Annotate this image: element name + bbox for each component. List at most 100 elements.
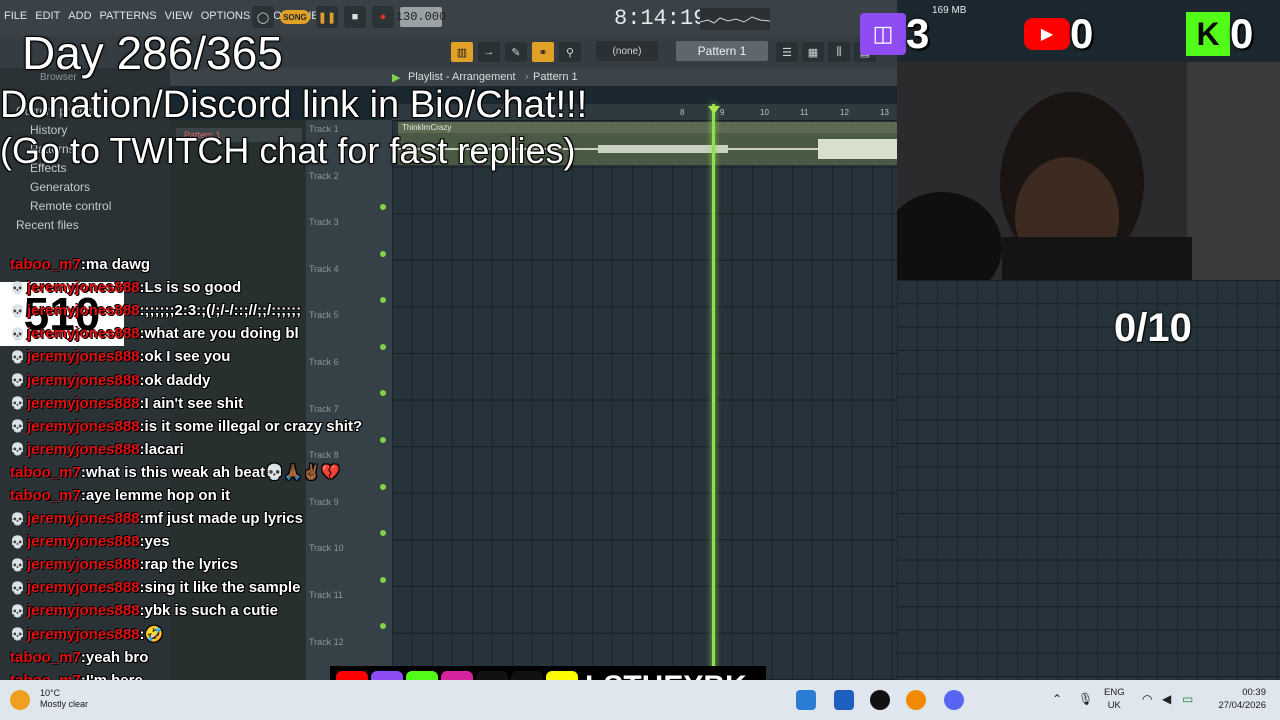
chat-text: ybk is such a cutie bbox=[144, 602, 278, 620]
browser-item[interactable]: Generators bbox=[0, 177, 170, 196]
playlist-icon[interactable]: ☰ bbox=[776, 42, 798, 62]
chat-text: ok I see you bbox=[144, 348, 231, 366]
wifi-icon[interactable]: ◠ bbox=[1142, 692, 1152, 706]
chat-username: jeremyjones888 bbox=[26, 371, 140, 389]
menu-item-patterns[interactable]: PATTERNS bbox=[100, 10, 157, 22]
chat-text: ma dawg bbox=[85, 256, 151, 274]
twitch-count: 3 bbox=[906, 10, 930, 57]
day-counter-overlay: Day 286/365 bbox=[22, 27, 283, 79]
stop-button[interactable]: ■ bbox=[344, 6, 366, 28]
menu-item-file[interactable]: FILE bbox=[4, 10, 27, 22]
chat-username: jeremyjones888 bbox=[26, 556, 140, 574]
microphone-icon[interactable]: 🎙 bbox=[1078, 692, 1093, 706]
pencil-icon[interactable]: ✎ bbox=[505, 42, 527, 62]
chat-username: taboo_m7 bbox=[10, 463, 81, 481]
memory-readout: 169 MB bbox=[932, 5, 967, 16]
chat-text: mf just made up lyrics bbox=[144, 510, 303, 528]
twitch-chat-overlay: (Go to TWITCH chat for fast replies) bbox=[0, 130, 576, 171]
skull-badge-icon: 💀 bbox=[10, 373, 25, 388]
playhead-marker-icon[interactable] bbox=[708, 106, 720, 114]
link-icon[interactable]: ⚭ bbox=[532, 42, 554, 62]
weather-icon[interactable] bbox=[10, 690, 30, 710]
capcut-icon[interactable] bbox=[870, 690, 890, 710]
skull-badge-icon: 💀 bbox=[10, 603, 25, 618]
chat-username: jeremyjones888 bbox=[26, 533, 140, 551]
pattern-selector[interactable]: Pattern 1 bbox=[676, 41, 768, 61]
chat-message: 💀 jeremyjones888: sing it like the sample bbox=[10, 576, 430, 599]
chat-message: 💀 jeremyjones888: ybk is such a cutie bbox=[10, 599, 430, 622]
kick-icon: K bbox=[1186, 12, 1230, 56]
skull-badge-icon: 💀 bbox=[10, 349, 25, 364]
chat-username: taboo_m7 bbox=[10, 648, 81, 666]
master-knob-icon[interactable]: ◯ bbox=[252, 6, 274, 28]
chat-username: jeremyjones888 bbox=[26, 602, 140, 620]
chat-message: 💀 jeremyjones888: ok I see you bbox=[10, 345, 430, 368]
youtube-count: 0 bbox=[1070, 10, 1094, 57]
menu-item-edit[interactable]: EDIT bbox=[35, 10, 60, 22]
menu-item-add[interactable]: ADD bbox=[68, 10, 91, 22]
language-indicator[interactable]: ENG UK bbox=[1104, 686, 1125, 712]
kick-count: 0 bbox=[1230, 10, 1254, 57]
chat-username: jeremyjones888 bbox=[26, 440, 140, 458]
chevron-up-icon[interactable]: ⌃ bbox=[1052, 692, 1062, 706]
discord-icon[interactable] bbox=[944, 690, 964, 710]
fl-studio-icon[interactable] bbox=[906, 690, 926, 710]
chat-text: ;;;;;;2:3:;(/;/-/::;//;;/:;;;;; bbox=[144, 302, 302, 320]
browser-item[interactable]: Remote control bbox=[0, 196, 170, 215]
taskbar-clock[interactable]: 00:39 27/04/2026 bbox=[1218, 686, 1266, 712]
menu-item-view[interactable]: VIEW bbox=[165, 10, 193, 22]
browser-item[interactable]: Recent files bbox=[0, 215, 170, 234]
mail-icon[interactable] bbox=[796, 690, 816, 710]
chat-text: ok daddy bbox=[144, 371, 211, 389]
lang-code: ENG bbox=[1104, 687, 1125, 698]
tempo-display[interactable]: 130.000 bbox=[396, 7, 446, 27]
chat-username: jeremyjones888 bbox=[26, 279, 140, 297]
skull-badge-icon: 💀 bbox=[10, 419, 25, 434]
snap-selector[interactable]: (none) bbox=[596, 41, 658, 61]
chat-message: 💀 jeremyjones888: ok daddy bbox=[10, 368, 430, 391]
skull-badge-icon: 💀 bbox=[10, 580, 25, 595]
track-label[interactable]: Track 3 bbox=[309, 217, 339, 227]
chat-username: jeremyjones888 bbox=[26, 510, 140, 528]
menu-item-options[interactable]: OPTIONS bbox=[201, 10, 251, 22]
playlist-play-icon[interactable]: ▶ bbox=[392, 71, 400, 84]
weather-temp: 10°C bbox=[40, 688, 61, 698]
channel-rack-icon[interactable]: ▦ bbox=[802, 42, 824, 62]
chat-message: taboo_m7: ma dawg bbox=[10, 253, 430, 276]
chat-text: 🤣 bbox=[144, 626, 164, 644]
ruler-label: 11 bbox=[800, 108, 809, 117]
song-mode-toggle[interactable]: SONG bbox=[280, 10, 310, 24]
battery-icon[interactable]: ▭ bbox=[1182, 692, 1193, 706]
weather-widget[interactable]: 10°C Mostly clear bbox=[40, 688, 88, 710]
chat-text: what is this weak ah beat💀🙏🏾✌🏾💔 bbox=[85, 464, 340, 482]
beat-score: 0/10 bbox=[1114, 306, 1192, 350]
breadcrumb-separator: › bbox=[525, 71, 529, 83]
record-button[interactable]: ● bbox=[372, 6, 394, 28]
playhead[interactable] bbox=[712, 104, 715, 680]
kick-counter: K 0 bbox=[1186, 8, 1253, 60]
lang-region: UK bbox=[1107, 700, 1121, 711]
piano-icon[interactable]: ▥ bbox=[451, 42, 473, 62]
chat-text: aye lemme hop on it bbox=[85, 486, 231, 504]
chat-message: 💀 jeremyjones888: ;;;;;;2:3:;(/;/-/::;//;… bbox=[10, 299, 430, 322]
skull-badge-icon: 💀 bbox=[10, 326, 25, 341]
chat-username: jeremyjones888 bbox=[26, 394, 140, 412]
mixer-icon[interactable]: ⫼ bbox=[828, 42, 850, 62]
skull-badge-icon: 💀 bbox=[10, 396, 25, 411]
play-button[interactable]: ❚❚ bbox=[316, 6, 338, 28]
track-enable-led[interactable] bbox=[380, 204, 386, 210]
ruler-label: 9 bbox=[720, 108, 725, 117]
cpu-monitor bbox=[699, 8, 771, 30]
ruler-label: 12 bbox=[840, 108, 849, 117]
arrow-right-icon[interactable]: → bbox=[478, 42, 500, 62]
chat-text: what are you doing bl bbox=[144, 325, 299, 343]
stamp-icon[interactable]: ⚲ bbox=[559, 42, 581, 62]
chat-username: jeremyjones888 bbox=[26, 348, 140, 366]
playlist-grid[interactable] bbox=[392, 120, 897, 680]
twitch-counter: ◫ 3 bbox=[860, 8, 929, 60]
playlist-grid-extension bbox=[897, 280, 1280, 680]
task-view-icon[interactable] bbox=[834, 690, 854, 710]
volume-icon[interactable]: ◀ bbox=[1162, 692, 1171, 706]
track-label[interactable]: Track 2 bbox=[309, 171, 339, 181]
skull-badge-icon: 💀 bbox=[10, 442, 25, 457]
